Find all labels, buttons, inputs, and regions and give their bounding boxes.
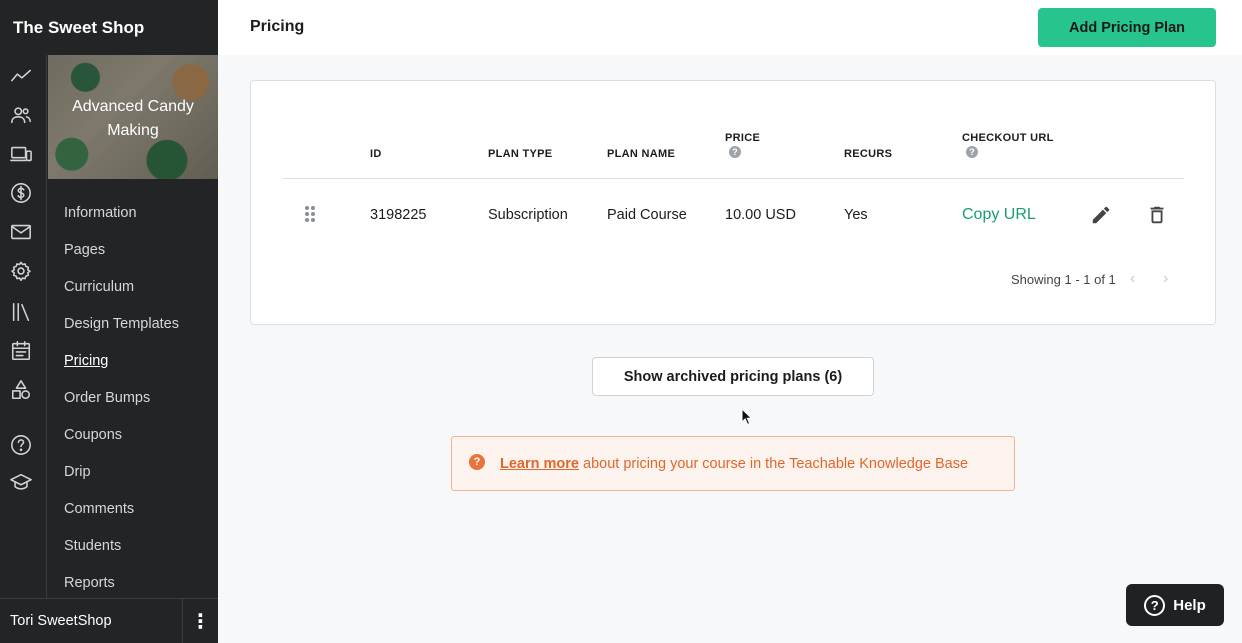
sidebar-item-coupons[interactable]: Coupons — [48, 417, 218, 454]
checkout-url-help-icon[interactable]: ? — [966, 146, 978, 158]
sidebar-item-reports[interactable]: Reports — [48, 565, 218, 602]
column-header-id: ID — [370, 148, 382, 160]
dollar-icon[interactable] — [9, 181, 33, 205]
more-vertical-icon[interactable]: ⋮ — [182, 598, 218, 643]
sidebar-item-curriculum[interactable]: Curriculum — [48, 269, 218, 306]
gear-icon[interactable] — [9, 259, 33, 283]
library-icon[interactable] — [9, 300, 33, 324]
sidebar-item-comments[interactable]: Comments — [48, 491, 218, 528]
page-title: Pricing — [250, 18, 305, 35]
sidebar-item-information[interactable]: Information — [48, 195, 218, 232]
plan-name: Paid Course — [607, 207, 687, 223]
column-header-price: PRICE — [725, 132, 761, 144]
icon-rail — [0, 55, 47, 598]
copy-url-link[interactable]: Copy URL — [962, 206, 1036, 224]
devices-icon[interactable] — [9, 142, 33, 166]
price-help-icon[interactable]: ? — [729, 146, 741, 158]
sidebar-item-order-bumps[interactable]: Order Bumps — [48, 380, 218, 417]
show-archived-plans-button[interactable]: Show archived pricing plans (6) — [592, 357, 874, 396]
course-banner[interactable]: Advanced Candy Making — [48, 55, 218, 179]
knowledge-base-notice: ? Learn more about pricing your course i… — [451, 436, 1015, 491]
delete-trash-icon[interactable] — [1146, 204, 1168, 226]
plan-price: 10.00 USD — [725, 207, 796, 223]
shapes-icon[interactable] — [9, 378, 33, 402]
user-name[interactable]: Tori SweetShop — [0, 613, 182, 629]
sidebar: The Sweet Shop Advanced Candy Making Inf… — [0, 0, 218, 643]
chevron-right-icon[interactable]: › — [1163, 271, 1177, 287]
mail-icon[interactable] — [9, 220, 33, 244]
sidebar-item-students[interactable]: Students — [48, 528, 218, 565]
plan-recurs: Yes — [844, 207, 868, 223]
calendar-icon[interactable] — [9, 339, 33, 363]
notice-body: about pricing your course in the Teachab… — [578, 456, 969, 472]
plan-id: 3198225 — [370, 207, 427, 223]
mouse-cursor-icon — [741, 408, 753, 426]
sidebar-item-design-templates[interactable]: Design Templates — [48, 306, 218, 343]
school-name[interactable]: The Sweet Shop — [0, 0, 218, 55]
column-header-plan-name: PLAN NAME — [607, 148, 676, 160]
drag-handle-icon[interactable] — [305, 206, 317, 224]
sidebar-item-drip[interactable]: Drip — [48, 454, 218, 491]
chevron-left-icon[interactable]: ‹ — [1130, 271, 1144, 287]
add-pricing-plan-button[interactable]: Add Pricing Plan — [1038, 8, 1216, 47]
column-header-recurs: RECURS — [844, 148, 893, 160]
header-divider — [283, 178, 1184, 179]
sidebar-item-pages[interactable]: Pages — [48, 232, 218, 269]
help-circle-icon[interactable] — [9, 433, 33, 457]
help-question-icon: ? — [1144, 594, 1166, 616]
sidebar-item-pricing[interactable]: Pricing — [48, 343, 218, 380]
learn-more-link[interactable]: Learn more — [500, 456, 579, 472]
graduation-cap-icon[interactable] — [9, 470, 33, 494]
plan-type: Subscription — [488, 207, 568, 223]
question-icon: ? — [469, 454, 485, 470]
pagination-status: Showing 1 - 1 of 1 — [1011, 272, 1116, 287]
column-header-checkout-url: CHECKOUT URL — [962, 132, 1054, 144]
page-header: Pricing Add Pricing Plan — [218, 0, 1242, 55]
users-icon[interactable] — [9, 103, 33, 127]
pricing-plans-card: ID PLAN TYPE PLAN NAME PRICE ? RECURS CH… — [250, 80, 1216, 325]
help-label: Help — [1173, 596, 1206, 614]
course-title: Advanced Candy Making — [72, 98, 194, 139]
edit-pencil-icon[interactable] — [1090, 204, 1112, 226]
column-header-plan-type: PLAN TYPE — [488, 148, 553, 160]
notice-text: Learn more about pricing your course in … — [500, 456, 968, 472]
help-button[interactable]: ? Help — [1126, 584, 1224, 626]
course-nav: Information Pages Curriculum Design Temp… — [48, 195, 218, 602]
user-bar: Tori SweetShop ⋮ — [0, 598, 218, 643]
stats-icon[interactable] — [9, 64, 33, 88]
